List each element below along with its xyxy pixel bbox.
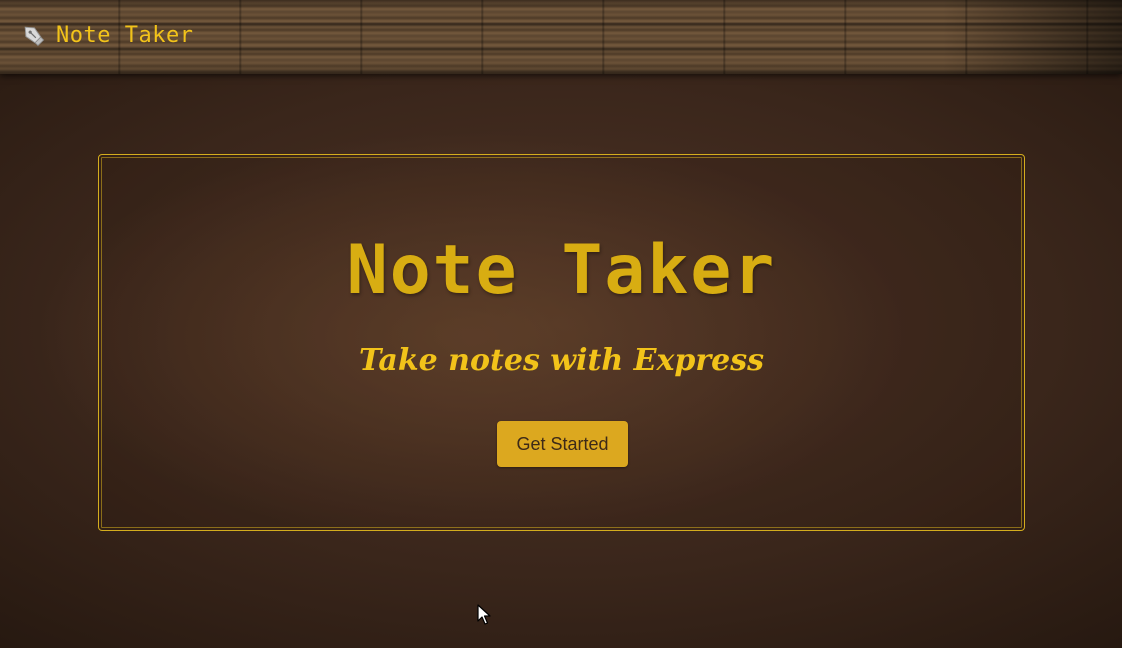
navbar: Note Taker [0,0,1122,74]
mouse-pointer-icon [477,604,491,625]
brand-link[interactable]: Note Taker [20,20,193,50]
hero-panel: Note Taker Take notes with Express Get S… [98,154,1025,531]
brand-label: Note Taker [56,22,194,48]
get-started-button[interactable]: Get Started [497,421,628,467]
pen-icon [24,26,45,47]
hero-subtitle: Take notes with Express [358,343,765,378]
hero-title: Note Taker [346,231,777,310]
